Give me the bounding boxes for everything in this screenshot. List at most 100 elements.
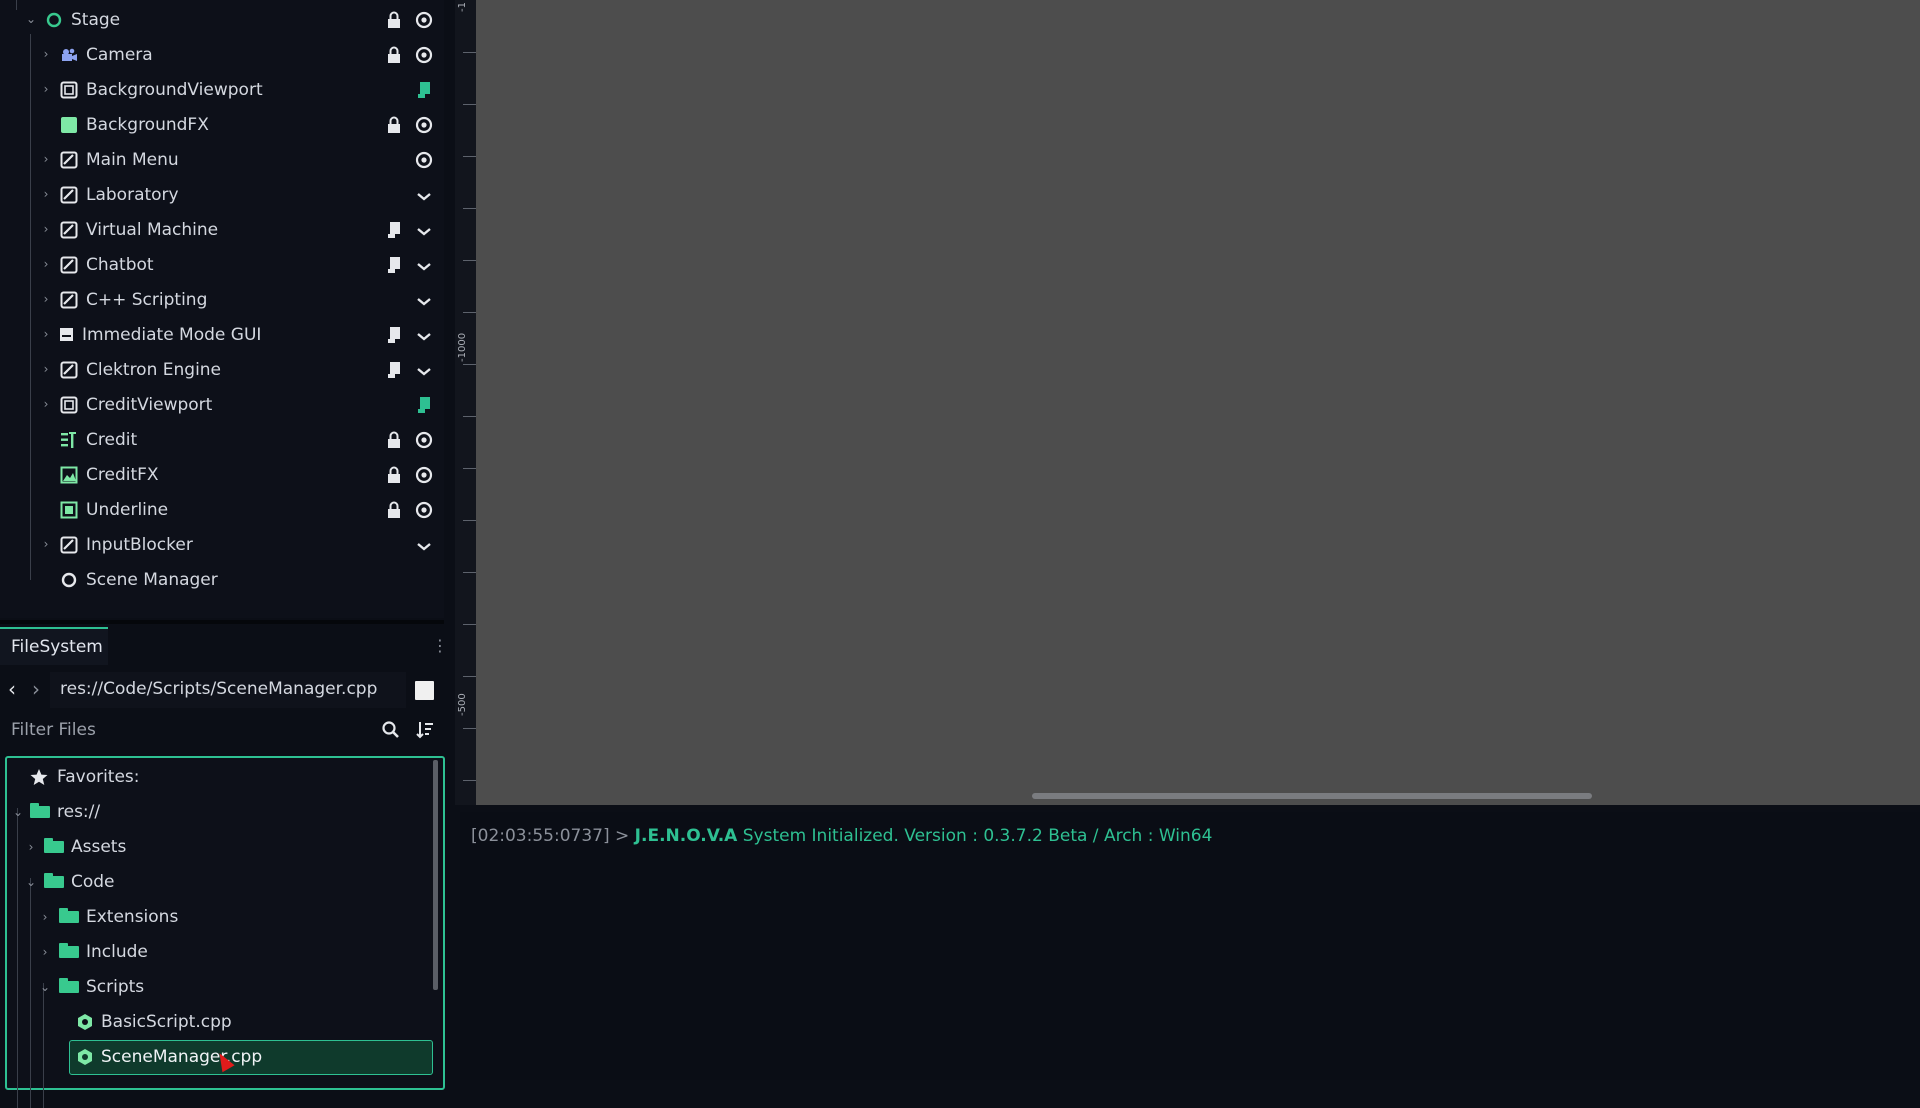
tree-row-backgroundviewport[interactable]: › BackgroundViewport [0,73,444,108]
kebab-menu-icon[interactable]: ⋮ [432,636,448,656]
chevron-right-icon[interactable]: › [37,944,53,960]
filesystem-scrollbar[interactable] [433,760,438,990]
fs-row-extensions[interactable]: › Extensions [7,900,437,935]
eye-icon[interactable] [413,500,435,520]
chevron-down-icon[interactable] [413,220,435,240]
script-icon[interactable] [413,80,435,100]
tree-row-stage[interactable]: ⌄ Stage [0,3,444,38]
chevron-right-icon[interactable]: › [38,536,54,552]
tree-row-inputblocker[interactable]: › InputBlocker [0,528,444,563]
tree-row-camera[interactable]: › Camera [0,38,444,73]
tree-row-virtual-machine[interactable]: › Virtual Machine [0,213,444,248]
chevron-down-icon[interactable] [413,325,435,345]
back-arrow-icon[interactable]: ‹ [8,678,24,700]
eye-icon[interactable] [413,10,435,30]
tree-row-creditviewport[interactable]: › CreditViewport [0,388,444,423]
dock-divider[interactable] [0,620,444,624]
tree-node-label: Main Menu [86,150,179,170]
fs-row-assets[interactable]: › Assets [7,830,437,865]
forward-arrow-icon[interactable]: › [32,678,48,700]
chevron-right-icon[interactable]: › [38,326,54,342]
chevron-down-icon[interactable] [413,360,435,380]
fs-row-scenemanager-selected[interactable]: SceneManager.cpp [69,1040,433,1075]
chevron-right-icon[interactable]: › [38,396,54,412]
fs-row-include[interactable]: › Include [7,935,437,970]
eye-icon[interactable] [413,115,435,135]
chevron-right-icon[interactable]: › [37,909,53,925]
fs-row-favorites[interactable]: Favorites: [7,760,437,795]
control-icon [60,291,78,309]
fs-item-label: res:// [57,802,101,822]
chevron-right-icon[interactable]: › [38,151,54,167]
fs-item-label: SceneManager.cpp [101,1047,263,1067]
chevron-right-icon[interactable]: › [38,256,54,272]
label-icon [60,431,78,449]
ruler-tick [463,676,476,677]
path-bar: ‹ › res://Code/Scripts/SceneManager.cpp [0,672,444,708]
log-line: [02:03:55:0737] > J.E.N.O.V.A System Ini… [471,826,1212,846]
tree-row-backgroundfx[interactable]: BackgroundFX [0,108,444,143]
log-message: System Initialized. Version : 0.3.7.2 Be… [742,826,1213,846]
chevron-right-icon[interactable]: › [38,361,54,377]
chevron-down-icon[interactable] [413,255,435,275]
tab-filesystem[interactable]: FileSystem [0,627,108,665]
script-icon[interactable] [413,395,435,415]
eye-icon[interactable] [413,465,435,485]
tree-row-main-menu[interactable]: › Main Menu [0,143,444,178]
tree-row-credit[interactable]: Credit [0,423,444,458]
script-icon[interactable] [383,220,405,240]
chevron-down-icon[interactable] [413,535,435,555]
search-icon[interactable] [381,720,401,740]
tree-row-laboratory[interactable]: › Laboratory [0,178,444,213]
fs-row-code[interactable]: ⌄ Code [7,865,437,900]
chevron-right-icon[interactable]: › [38,221,54,237]
script-icon[interactable] [383,325,405,345]
split-mode-icon[interactable] [415,681,434,700]
lock-icon[interactable] [383,430,405,450]
filter-files-input[interactable] [0,713,380,747]
sort-icon[interactable] [415,720,435,740]
lock-icon[interactable] [383,115,405,135]
fs-row-res[interactable]: ⌄ res:// [7,795,437,830]
cpp-file-icon [75,1048,95,1066]
tree-row-cpp-scripting[interactable]: › C++ Scripting [0,283,444,318]
eye-icon[interactable] [413,150,435,170]
chevron-right-icon[interactable]: › [38,81,54,97]
viewport-horizontal-scrollbar[interactable] [476,791,1920,801]
lock-icon[interactable] [383,45,405,65]
chevron-right-icon[interactable]: › [38,186,54,202]
texture-icon [60,501,78,519]
tree-row-scene-manager[interactable]: Scene Manager [0,563,444,598]
filter-bar [0,713,444,747]
lock-icon[interactable] [383,465,405,485]
tree-row-creditfx[interactable]: CreditFX [0,458,444,493]
control-icon [60,151,78,169]
chevron-down-icon[interactable] [413,185,435,205]
fs-row-basicscript[interactable]: BasicScript.cpp [7,1005,437,1040]
scrollbar-thumb[interactable] [1032,793,1592,799]
fs-row-scripts[interactable]: ⌄ Scripts [7,970,437,1005]
eye-icon[interactable] [413,45,435,65]
script-icon[interactable] [383,255,405,275]
chevron-down-icon[interactable]: ⌄ [23,11,39,27]
lock-icon[interactable] [383,500,405,520]
fs-item-label: Extensions [86,907,179,927]
chevron-right-icon[interactable]: › [38,46,54,62]
chevron-down-icon[interactable]: ⌄ [37,979,53,995]
chevron-down-icon[interactable]: ⌄ [10,804,26,820]
canvas-viewport[interactable] [476,0,1920,805]
eye-icon[interactable] [413,430,435,450]
ruler-tick [463,520,476,521]
path-field[interactable]: res://Code/Scripts/SceneManager.cpp [50,672,406,708]
chevron-right-icon[interactable]: › [38,291,54,307]
chevron-down-icon[interactable]: ⌄ [23,874,39,890]
tree-row-immediate-mode-gui[interactable]: › Immediate Mode GUI [0,318,444,353]
script-icon[interactable] [383,360,405,380]
tree-row-clektron-engine[interactable]: › Clektron Engine [0,353,444,388]
lock-icon[interactable] [383,10,405,30]
chevron-down-icon[interactable] [413,290,435,310]
tree-row-chatbot[interactable]: › Chatbot [0,248,444,283]
viewport-icon [60,81,78,99]
chevron-right-icon[interactable]: › [23,839,39,855]
tree-row-underline[interactable]: Underline [0,493,444,528]
